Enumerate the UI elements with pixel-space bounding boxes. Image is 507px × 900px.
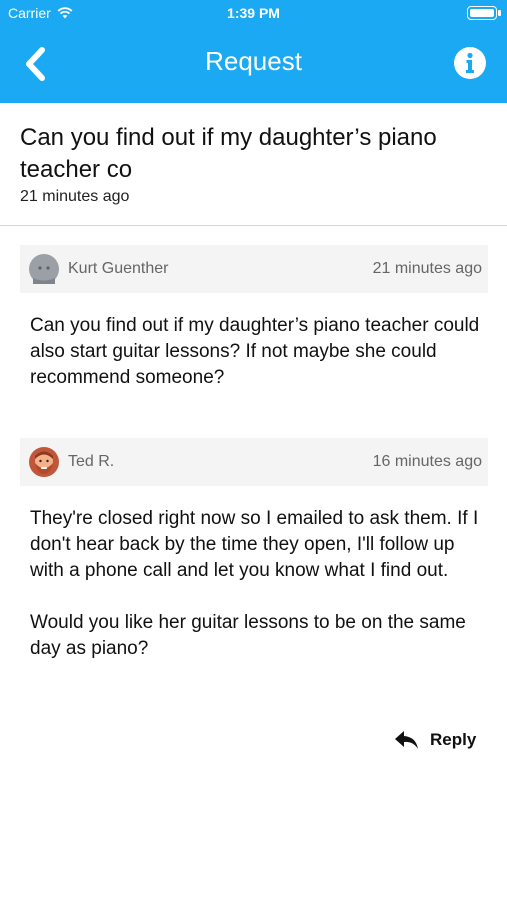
- message-time: 21 minutes ago: [372, 260, 482, 277]
- message-header: Ted R. 16 minutes ago: [20, 438, 488, 486]
- message-time: 16 minutes ago: [372, 453, 482, 470]
- message-paragraph: Can you find out if my daughter’s piano …: [30, 315, 480, 388]
- avatar: [29, 254, 59, 284]
- info-icon[interactable]: [453, 46, 487, 80]
- message-header: Kurt Guenther 21 minutes ago: [20, 245, 488, 293]
- reply-button[interactable]: Reply: [394, 726, 476, 754]
- message-body: They're closed right now so I emailed to…: [30, 506, 486, 688]
- reply-label: Reply: [430, 730, 477, 749]
- message-paragraph: Would you like her guitar lessons to be …: [30, 612, 466, 659]
- message-paragraph: They're closed right now so I emailed to…: [30, 508, 479, 581]
- message-author: Ted R.: [68, 453, 115, 470]
- status-time: 1:39 PM: [227, 5, 280, 21]
- reply-icon: [395, 731, 418, 749]
- avatar: [29, 447, 59, 477]
- page-title: Request: [205, 46, 302, 76]
- message-author: Kurt Guenther: [68, 260, 169, 277]
- status-bar: Carrier 1:39 PM: [0, 0, 507, 28]
- request-title: Can you find out if my daughter’s piano …: [20, 124, 437, 183]
- message-body: Can you find out if my daughter’s piano …: [30, 313, 486, 417]
- top-bar: Carrier 1:39 PM Request: [0, 0, 507, 103]
- request-time: 21 minutes ago: [20, 188, 130, 205]
- nav-bar: Request: [0, 36, 507, 92]
- battery-icon: [467, 6, 501, 20]
- divider: [0, 225, 507, 226]
